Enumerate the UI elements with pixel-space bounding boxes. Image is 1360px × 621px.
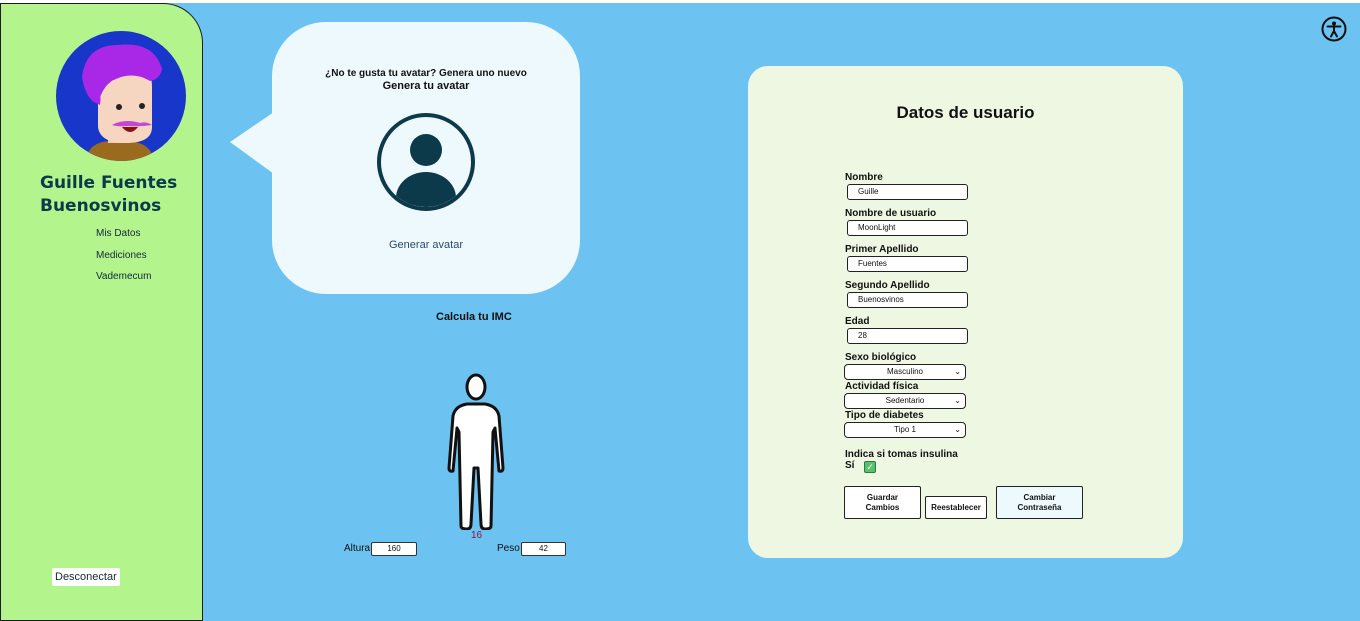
reset-button-label: Reestablecer [931, 502, 981, 512]
username-label: Nombre de usuario [845, 208, 937, 219]
weight-label: Peso [497, 543, 520, 554]
sex-select-value: Masculino [886, 367, 923, 376]
checkmark-icon: ✓ [866, 462, 874, 472]
user-name: Guille Fuentes Buenosvinos [40, 173, 178, 216]
first-surname-label: Primer Apellido [845, 244, 919, 255]
sex-select[interactable]: Masculino ⌄ [844, 364, 966, 380]
height-input[interactable]: 160 [371, 542, 417, 556]
sex-label: Sexo biológico [845, 352, 917, 363]
insulin-label: Indica si tomas insulina [845, 449, 958, 460]
diabetes-label: Tipo de diabetes [845, 410, 924, 421]
activity-label: Actividad física [845, 381, 919, 392]
first-surname-input[interactable]: Fuentes [847, 256, 968, 272]
diabetes-select-value: Tipo 1 [894, 425, 916, 434]
age-label: Edad [845, 316, 870, 327]
reset-button[interactable]: Reestablecer [925, 496, 987, 519]
nombre-input[interactable]: Guille [847, 184, 968, 200]
chevron-down-icon: ⌄ [954, 367, 961, 376]
weight-input[interactable]: 42 [521, 542, 566, 556]
height-label: Altura [344, 543, 371, 554]
user-profile-icon [377, 113, 475, 211]
avatar-bubble: ¿No te gusta tu avatar? Genera uno nuevo… [272, 22, 580, 294]
logout-button[interactable]: Desconectar [52, 568, 120, 586]
user-data-card: Datos de usuario [748, 66, 1183, 558]
user-avatar [56, 31, 186, 161]
avatar-question: ¿No te gusta tu avatar? Genera uno nuevo [325, 68, 527, 79]
username-input[interactable]: MoonLight [847, 220, 968, 236]
card-title: Datos de usuario [896, 103, 1035, 122]
imc-title: Calcula tu IMC [436, 311, 512, 323]
nav-mediciones[interactable]: Mediciones [96, 248, 151, 270]
sidebar-nav: Mis Datos Mediciones Vademecum [96, 226, 151, 291]
chevron-down-icon: ⌄ [954, 425, 961, 434]
second-surname-label: Segundo Apellido [845, 280, 930, 291]
insulin-option-label: Sí [845, 460, 855, 471]
change-password-label: Cambiar Contraseña [1017, 492, 1062, 512]
activity-select-value: Sedentario [885, 396, 925, 405]
save-button[interactable]: Guardar Cambios [844, 486, 921, 519]
diabetes-select[interactable]: Tipo 1 ⌄ [844, 422, 966, 438]
top-border [0, 0, 1360, 3]
nombre-label: Nombre [845, 172, 883, 183]
save-button-label: Guardar Cambios [865, 492, 900, 512]
age-input[interactable]: 28 [847, 328, 968, 344]
accessibility-icon[interactable] [1321, 16, 1347, 42]
activity-select[interactable]: Sedentario ⌄ [844, 393, 966, 409]
nav-mis-datos[interactable]: Mis Datos [96, 226, 151, 248]
nav-vademecum[interactable]: Vademecum [96, 269, 151, 291]
avatar-heading: Genera tu avatar [382, 80, 470, 92]
insulin-checkbox[interactable]: ✓ [864, 461, 876, 473]
change-password-button[interactable]: Cambiar Contraseña [996, 486, 1083, 519]
generate-avatar-link[interactable]: Generar avatar [272, 239, 580, 251]
chevron-down-icon: ⌄ [954, 396, 961, 405]
human-body-icon [447, 373, 505, 530]
second-surname-input[interactable]: Buenosvinos [847, 292, 968, 308]
imc-value: 16 [471, 530, 483, 541]
